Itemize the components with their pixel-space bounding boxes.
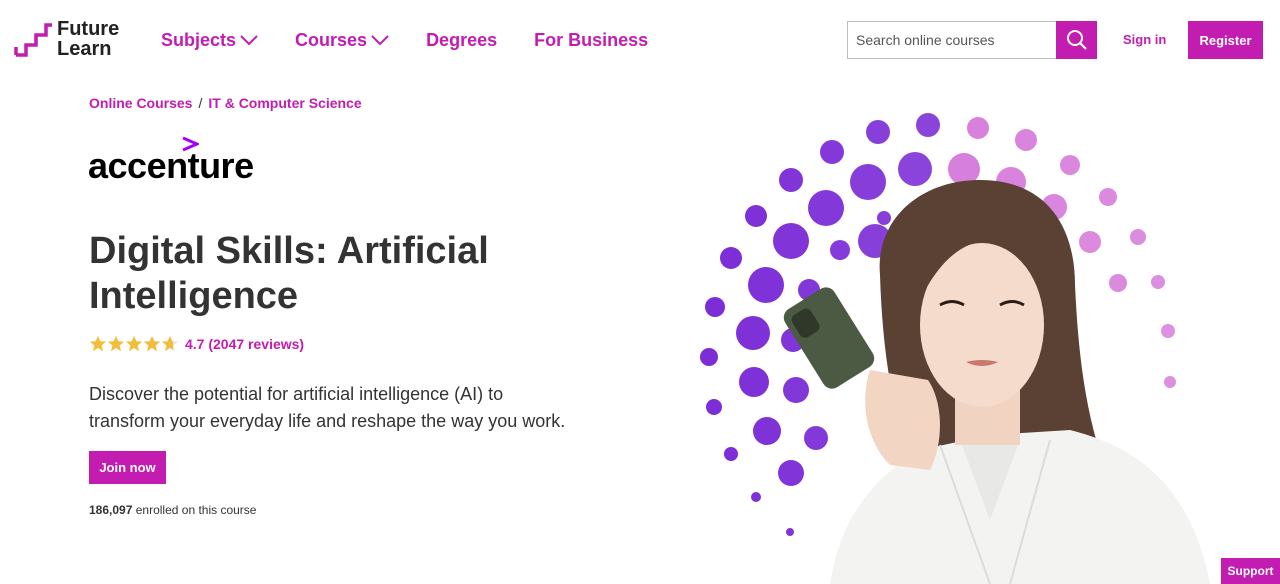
decorative-dot — [753, 417, 781, 445]
enrolled-count: 186,097 enrolled on this course — [89, 503, 256, 517]
sign-in-link[interactable]: Sign in — [1123, 32, 1166, 47]
decorative-dot — [778, 460, 804, 486]
decorative-dot — [898, 152, 932, 186]
rating-text: 4.7 (2047 reviews) — [185, 336, 305, 352]
star-icon — [107, 335, 125, 352]
decorative-dot — [967, 117, 989, 139]
register-button[interactable]: Register — [1188, 21, 1263, 59]
decorative-dot — [1060, 155, 1080, 175]
search-button[interactable] — [1056, 21, 1097, 59]
course-rating[interactable]: 4.7 (2047 reviews) — [89, 335, 304, 353]
decorative-dot — [724, 447, 738, 461]
decorative-dot — [1164, 376, 1176, 388]
star-icon — [125, 335, 143, 352]
star-icon — [143, 335, 161, 352]
decorative-dot — [830, 240, 850, 260]
search-icon — [1066, 30, 1087, 50]
decorative-dot — [804, 426, 828, 450]
decorative-dot — [916, 113, 940, 137]
decorative-dot — [850, 164, 886, 200]
decorative-dot — [700, 348, 718, 366]
enrolled-label: enrolled on this course — [135, 503, 257, 517]
enrolled-number: 186,097 — [89, 503, 133, 517]
nav-courses-label: Courses — [295, 30, 368, 50]
decorative-dot — [866, 120, 890, 144]
breadcrumb-separator: / — [198, 95, 203, 111]
decorative-dot — [1130, 229, 1146, 245]
decorative-dot — [705, 297, 725, 317]
decorative-dot — [820, 140, 844, 164]
breadcrumb: Online Courses / IT & Computer Science — [89, 95, 362, 111]
decorative-dot — [1161, 324, 1175, 338]
nav-subjects-label: Subjects — [161, 30, 237, 50]
decorative-dot — [739, 367, 769, 397]
course-description: Discover the potential for artificial in… — [89, 384, 566, 431]
person-photo — [783, 180, 1210, 584]
decorative-dot — [1099, 188, 1117, 206]
decorative-dot — [808, 190, 844, 226]
chevron-down-icon — [240, 35, 258, 46]
decorative-dot — [773, 223, 809, 259]
decorative-dot — [786, 528, 794, 536]
hero-illustration — [700, 113, 1210, 584]
nav-degrees-label: Degrees — [426, 30, 498, 50]
logo-line-1: Future — [57, 18, 120, 40]
decorative-dot — [1079, 231, 1101, 253]
nav-for-business[interactable]: For Business — [534, 28, 648, 52]
decorative-dot — [877, 211, 891, 225]
support-button[interactable]: Support — [1221, 558, 1280, 584]
decorative-dot — [745, 205, 767, 227]
breadcrumb-it-computer-science[interactable]: IT & Computer Science — [208, 95, 361, 111]
logo-line-2: Learn — [57, 38, 112, 60]
search-input[interactable] — [847, 21, 1056, 59]
decorative-dot — [720, 247, 742, 269]
site-header: Future Learn Subjects Courses Degrees Fo… — [0, 0, 1280, 80]
search-bar — [847, 21, 1097, 59]
star-icon — [89, 335, 107, 352]
nav-degrees[interactable]: Degrees — [426, 28, 497, 52]
decorative-dot — [736, 316, 770, 350]
decorative-dot — [783, 377, 809, 403]
logo-steps-icon — [14, 23, 52, 57]
star-icon — [161, 335, 179, 352]
course-title: Digital Skills: Artificial Intelligence — [89, 230, 489, 317]
chevron-down-icon — [371, 35, 389, 46]
decorative-dot — [748, 267, 784, 303]
decorative-dot — [1151, 275, 1165, 289]
join-now-button[interactable]: Join now — [89, 451, 166, 484]
provider-logo[interactable]: accenture — [88, 136, 258, 186]
decorative-dot — [751, 492, 761, 502]
provider-name: accenture — [88, 145, 254, 186]
decorative-dot — [779, 168, 803, 192]
rating-stars — [89, 335, 179, 353]
futurelearn-logo[interactable]: Future Learn — [14, 19, 124, 61]
nav-courses[interactable]: Courses — [295, 28, 389, 52]
nav-for-business-label: For Business — [534, 30, 649, 50]
logo-text: Future Learn — [57, 19, 119, 59]
decorative-dot — [706, 399, 722, 415]
decorative-dot — [1109, 274, 1127, 292]
main-nav: Subjects Courses Degrees For Business — [161, 28, 685, 52]
nav-subjects[interactable]: Subjects — [161, 28, 258, 52]
decorative-dot — [1015, 129, 1037, 151]
breadcrumb-online-courses[interactable]: Online Courses — [89, 95, 192, 111]
